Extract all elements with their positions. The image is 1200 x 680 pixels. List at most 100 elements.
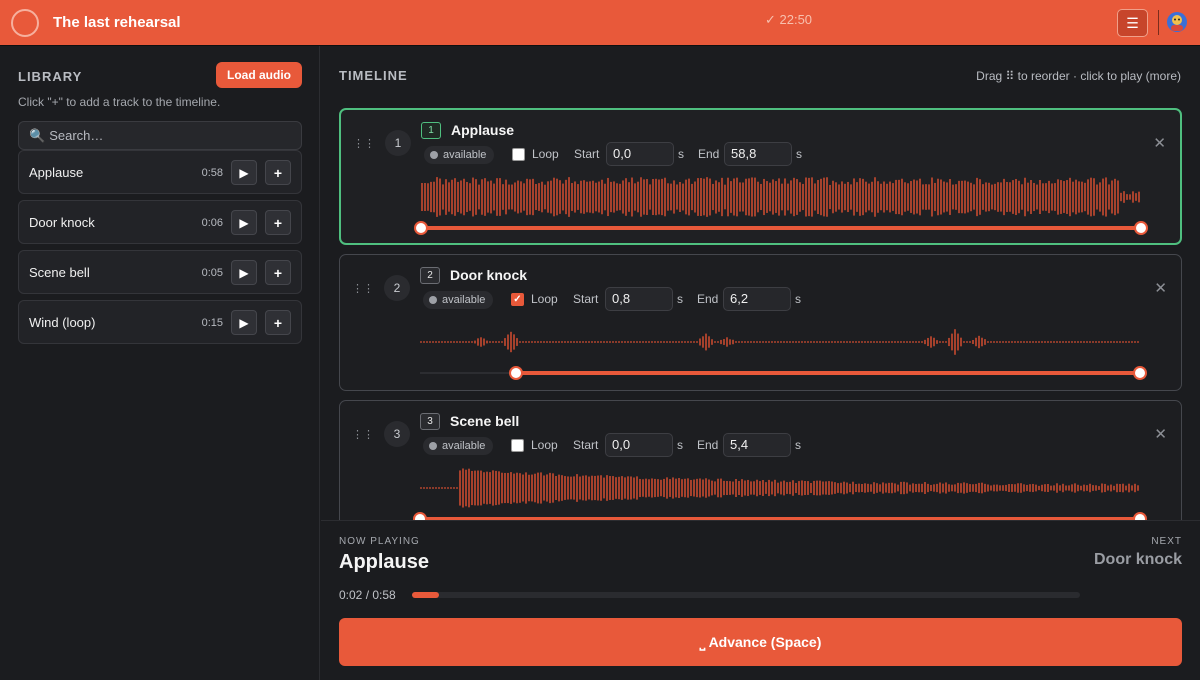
library-title: LIBRARY (18, 69, 83, 84)
loop-label: Loop (531, 292, 558, 306)
end-input[interactable]: 58,8 (724, 142, 792, 166)
plus-icon: + (273, 314, 283, 331)
plus-icon: + (273, 214, 283, 231)
now-playing-panel: NOW PLAYING Applause NEXT Door knock 0:0… (321, 520, 1200, 680)
trim-start-handle[interactable] (509, 366, 523, 380)
timeline-list: ⋮⋮ 1 1 Applause available Loop Start 0,0… (339, 108, 1182, 520)
status-dot-icon (429, 296, 437, 304)
add-to-timeline-button[interactable]: + (265, 260, 291, 285)
search-icon: 🔍 (29, 127, 46, 143)
card-title: Door knock (450, 267, 528, 283)
status-badge: available (424, 146, 495, 164)
add-to-timeline-button[interactable]: + (265, 310, 291, 335)
library-sidebar: LIBRARY Load audio Click "+" to add a tr… (0, 46, 320, 680)
trim-range-inactive (420, 372, 516, 374)
trim-end-handle[interactable] (1134, 221, 1148, 235)
preview-play-button[interactable]: ▶ (231, 160, 257, 185)
waveform[interactable] (421, 172, 1141, 222)
card-position: 3 (384, 421, 410, 447)
drag-handle-icon[interactable]: ⋮⋮ (353, 137, 375, 150)
card-title: Applause (451, 122, 515, 138)
waveform[interactable] (420, 463, 1140, 513)
status-dot-icon (429, 442, 437, 450)
trim-range-track[interactable] (421, 226, 1141, 230)
status-text: available (443, 149, 487, 161)
library-item[interactable]: Applause 0:58 ▶ + (18, 150, 302, 194)
library-item[interactable]: Scene bell 0:05 ▶ + (18, 250, 302, 294)
library-item-name: Wind (loop) (29, 315, 96, 330)
card-position: 2 (384, 275, 410, 301)
library-item[interactable]: Wind (loop) 0:15 ▶ + (18, 300, 302, 344)
trim-start-handle[interactable] (414, 221, 428, 235)
plus-icon: + (273, 164, 283, 181)
library-list: Applause 0:58 ▶ + Door knock 0:06 ▶ + Sc… (18, 150, 302, 350)
timeline-card[interactable]: ⋮⋮ 2 2 Door knock available ✓ Loop Start… (339, 254, 1182, 391)
advance-button[interactable]: ⎵ Advance (Space) (339, 618, 1182, 666)
drag-handle-icon[interactable]: ⋮⋮ (352, 282, 374, 295)
app-title: The last rehearsal (53, 14, 181, 31)
start-unit: s (678, 147, 684, 161)
card-title: Scene bell (450, 413, 520, 429)
status-text: available (442, 294, 486, 306)
status-text: available (442, 440, 486, 452)
user-avatar-icon[interactable] (1166, 11, 1188, 33)
library-item-duration: 0:05 (201, 267, 223, 279)
drag-handle-icon[interactable]: ⋮⋮ (352, 428, 374, 441)
remove-card-icon[interactable]: ✕ (1154, 425, 1167, 443)
preview-play-button[interactable]: ▶ (231, 260, 257, 285)
end-unit: s (796, 147, 802, 161)
loop-checkbox[interactable]: ✓ (511, 293, 524, 306)
timeline-card[interactable]: ⋮⋮ 1 1 Applause available Loop Start 0,0… (339, 108, 1182, 245)
loop-checkbox[interactable] (512, 148, 525, 161)
start-input[interactable]: 0,8 (605, 287, 673, 311)
waveform[interactable] (420, 317, 1140, 367)
play-icon: ▶ (239, 265, 249, 280)
progress-bar[interactable] (412, 592, 1080, 598)
status-badge: available (423, 437, 494, 455)
play-icon: ▶ (239, 165, 249, 180)
play-icon: ▶ (239, 215, 249, 230)
end-input[interactable]: 6,2 (723, 287, 791, 311)
next-track-title: Door knock (1093, 551, 1182, 568)
remove-card-icon[interactable]: ✕ (1153, 134, 1166, 152)
app-header: The last rehearsal ✓ 22:50 ☰ (0, 0, 1200, 45)
end-label: End (697, 438, 719, 452)
end-input[interactable]: 5,4 (723, 433, 791, 457)
play-icon: ▶ (239, 315, 249, 330)
trim-end-handle[interactable] (1133, 366, 1147, 380)
loop-checkbox[interactable] (511, 439, 524, 452)
trim-end-handle[interactable] (1133, 512, 1147, 520)
search-input[interactable] (49, 128, 290, 143)
search-box[interactable]: 🔍 (18, 121, 302, 150)
load-audio-button[interactable]: Load audio (216, 62, 302, 88)
card-number-badge: 3 (420, 413, 440, 430)
timeline-hint: Drag ⠿ to reorder · click to play (more) (976, 69, 1181, 83)
status-dot-icon (430, 151, 438, 159)
library-item-name: Door knock (29, 215, 95, 230)
plus-icon: + (273, 264, 283, 281)
remove-card-icon[interactable]: ✕ (1154, 279, 1167, 297)
clock: ✓ 22:50 (765, 12, 813, 27)
library-item-name: Scene bell (29, 265, 90, 280)
check-icon: ✓ (513, 294, 522, 305)
now-playing-label: NOW PLAYING (339, 536, 420, 547)
start-input[interactable]: 0,0 (606, 142, 674, 166)
menu-button[interactable]: ☰ (1117, 9, 1148, 37)
loop-label: Loop (532, 147, 559, 161)
start-unit: s (677, 438, 683, 452)
card-position: 1 (385, 130, 411, 156)
start-input[interactable]: 0,0 (605, 433, 673, 457)
now-playing-title: Applause (339, 551, 430, 573)
timeline-title: TIMELINE (339, 68, 408, 83)
end-unit: s (795, 292, 801, 306)
preview-play-button[interactable]: ▶ (231, 210, 257, 235)
trim-start-handle[interactable] (413, 512, 427, 520)
add-to-timeline-button[interactable]: + (265, 210, 291, 235)
trim-range-track[interactable] (516, 371, 1140, 375)
start-label: Start (574, 147, 600, 161)
library-item[interactable]: Door knock 0:06 ▶ + (18, 200, 302, 244)
add-to-timeline-button[interactable]: + (265, 160, 291, 185)
end-label: End (698, 147, 720, 161)
preview-play-button[interactable]: ▶ (231, 310, 257, 335)
timeline-card[interactable]: ⋮⋮ 3 3 Scene bell available Loop Start 0… (339, 400, 1182, 520)
